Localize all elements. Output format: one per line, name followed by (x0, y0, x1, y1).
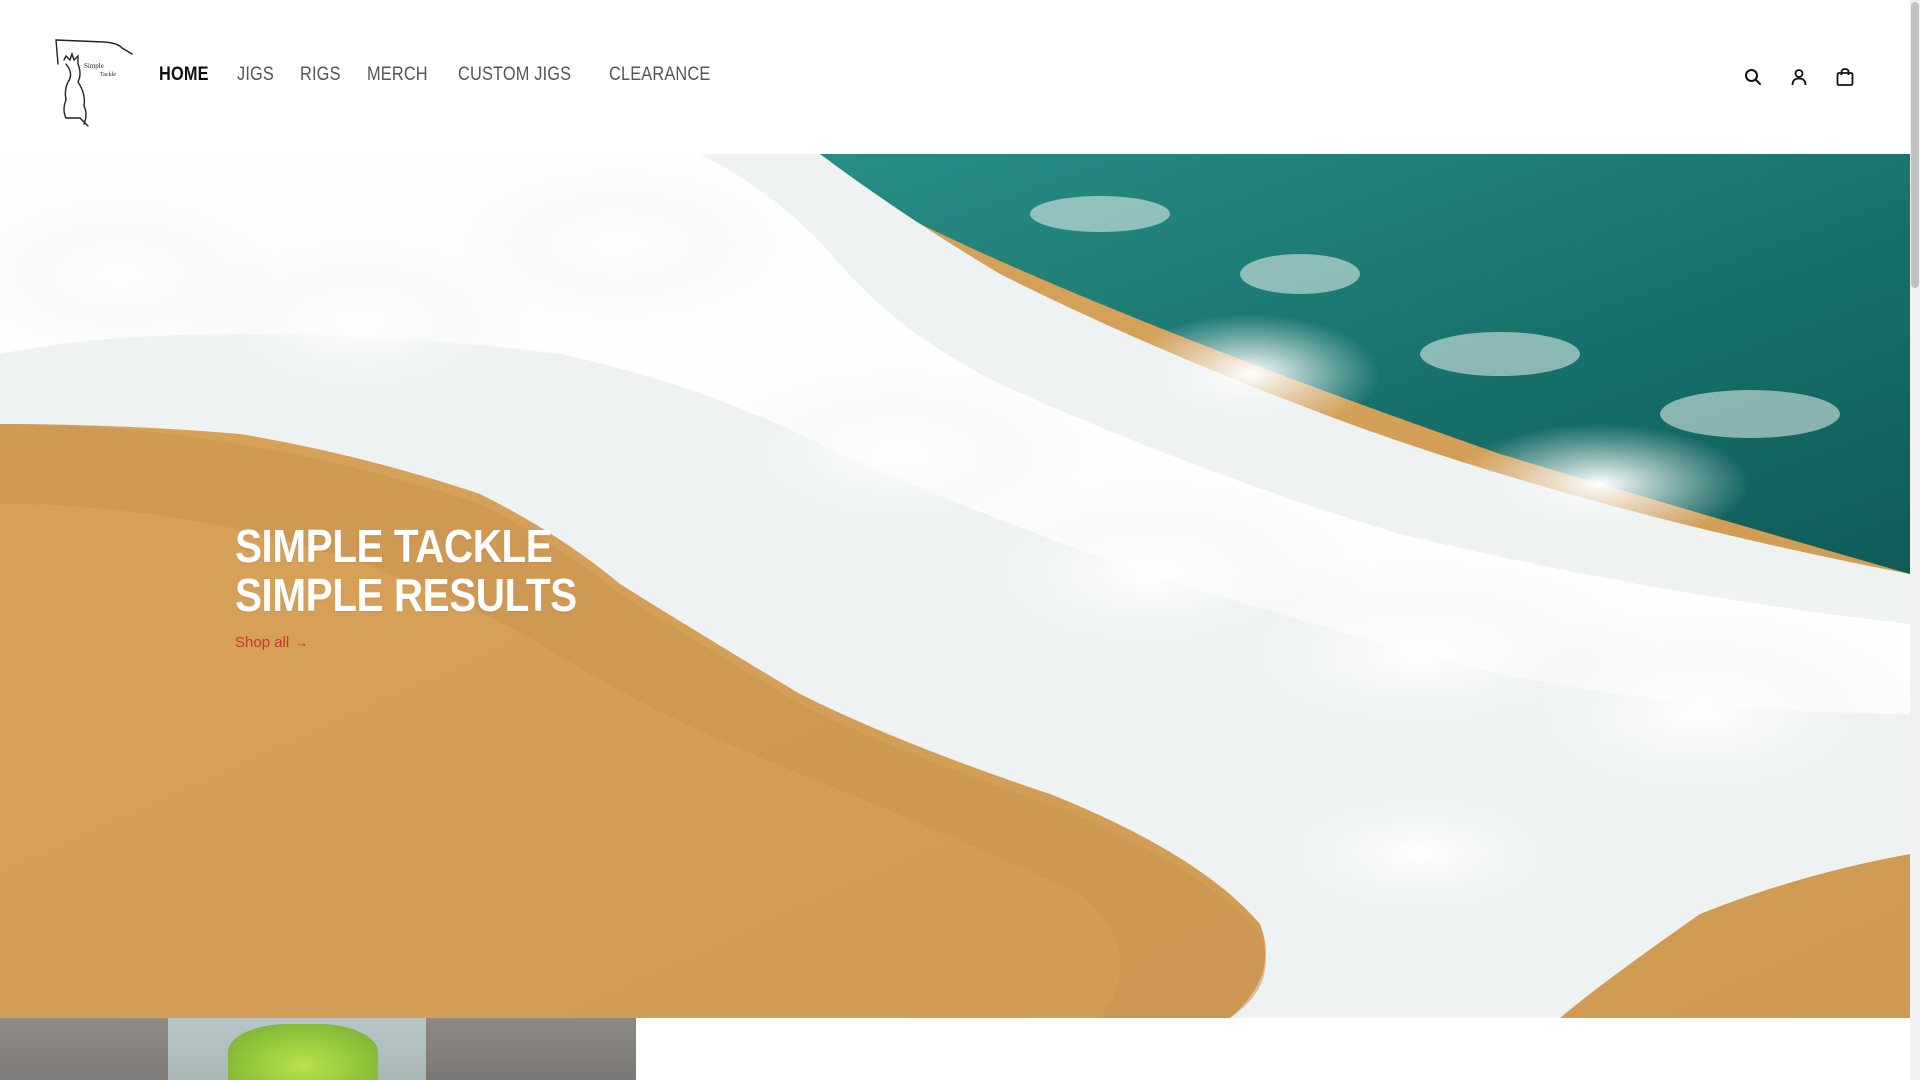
nav-item-rigs[interactable]: RIGS (300, 64, 341, 86)
lure-image (228, 1024, 378, 1080)
nav-item-home[interactable]: HOME (159, 64, 209, 86)
account-button[interactable] (1786, 64, 1812, 90)
search-button[interactable] (1740, 64, 1766, 90)
site-header: Simple Tackle HOME JIGS RIGS MERCH CUSTO… (0, 0, 1910, 154)
hero-banner: SIMPLE TACKLE SIMPLE RESULTS Shop all → (0, 154, 1910, 1018)
logo-statue-icon: Simple Tackle (55, 39, 133, 127)
nav-item-custom-jigs[interactable]: CUSTOM JIGS (458, 64, 571, 86)
shop-all-link[interactable]: Shop all → (235, 634, 308, 651)
nav-item-jigs[interactable]: JIGS (237, 64, 274, 86)
page-scrollbar[interactable] (1910, 0, 1920, 1080)
arrow-right-icon: → (295, 635, 309, 650)
scrollbar-thumb[interactable] (1911, 2, 1919, 288)
featured-product-image[interactable] (0, 1018, 636, 1080)
image-panel-product (168, 1018, 426, 1080)
logo[interactable]: Simple Tackle (44, 34, 140, 130)
image-panel-right (426, 1018, 636, 1080)
hero-content: SIMPLE TACKLE SIMPLE RESULTS Shop all → (235, 522, 623, 652)
nav-item-merch[interactable]: MERCH (367, 64, 428, 86)
hero-title-line-1: SIMPLE TACKLE (235, 520, 553, 572)
nav-item-clearance[interactable]: CLEARANCE (609, 64, 710, 86)
svg-text:Simple: Simple (84, 62, 104, 70)
hero-title-line-2: SIMPLE RESULTS (235, 569, 577, 621)
shop-all-label: Shop all (235, 634, 290, 651)
search-icon (1745, 69, 1761, 85)
cart-icon (1836, 68, 1854, 86)
svg-text:Tackle: Tackle (100, 72, 116, 78)
main-nav: HOME JIGS RIGS MERCH CUSTOM JIGS CLEARAN… (159, 64, 747, 86)
image-panel-left (0, 1018, 168, 1080)
account-icon (1791, 69, 1807, 86)
hero-title: SIMPLE TACKLE SIMPLE RESULTS (235, 522, 577, 620)
header-icons (1724, 64, 1858, 90)
cart-button[interactable] (1832, 64, 1858, 90)
